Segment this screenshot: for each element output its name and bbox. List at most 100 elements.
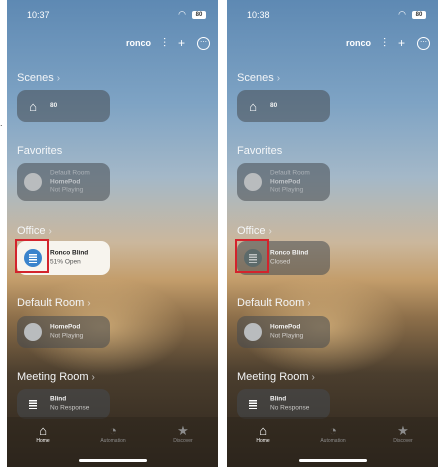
plus-icon[interactable]: +: [398, 37, 405, 49]
clock-icon: ◔: [329, 423, 337, 438]
section-default-room[interactable]: Default Room ›: [17, 297, 91, 309]
chevron-right-icon: ›: [48, 226, 52, 237]
scene-label: 80: [50, 101, 58, 109]
tab-label: Automation: [320, 438, 346, 444]
scene-tile[interactable]: ⌂ 80: [17, 90, 110, 122]
highlight-box: [235, 239, 269, 273]
tab-label: Discover: [393, 438, 413, 444]
section-label: Scenes: [17, 72, 54, 84]
tile-status: Not Playing: [270, 186, 304, 194]
section-scenes[interactable]: Scenes ›: [237, 72, 280, 84]
tile-room: Default Room: [50, 169, 90, 177]
battery-icon: 80: [192, 11, 206, 19]
section-meeting-room[interactable]: Meeting Room ›: [17, 371, 95, 383]
tile-status: Closed: [270, 258, 291, 265]
star-icon: ★: [177, 423, 189, 438]
tab-label: Discover: [173, 438, 193, 444]
favorite-homepod-tile[interactable]: Default Room HomePod Not Playing: [237, 163, 330, 201]
tile-name: Ronco Blind: [270, 249, 309, 257]
siri-waveform-icon[interactable]: ⫶: [163, 37, 166, 49]
tile-status: Not Playing: [50, 186, 84, 194]
wifi-icon: ◠: [178, 9, 186, 19]
house-icon: ⌂: [249, 98, 257, 114]
home-indicator: [78, 459, 147, 462]
clock: 10:37: [27, 10, 50, 20]
section-scenes[interactable]: Scenes ›: [17, 72, 60, 84]
section-label: Office: [237, 225, 266, 237]
section-label: Scenes: [237, 72, 274, 84]
tab-discover[interactable]: ★ Discover: [373, 423, 433, 444]
section-office[interactable]: Office ›: [237, 225, 272, 237]
house-icon: ⌂: [29, 98, 37, 114]
scene-tile[interactable]: ⌂ 80: [237, 90, 330, 122]
tile-name: HomePod: [270, 323, 301, 331]
tab-automation[interactable]: ◔ Automation: [303, 423, 363, 444]
tile-name: HomePod: [50, 323, 81, 331]
home-name[interactable]: ronco: [126, 38, 151, 48]
house-icon: ⌂: [39, 423, 47, 438]
tile-status: 51% Open: [50, 258, 81, 265]
chevron-right-icon: ›: [311, 372, 315, 383]
tab-label: Automation: [100, 438, 126, 444]
home-indicator: [298, 459, 367, 462]
section-label: Default Room: [17, 297, 85, 309]
side-mark: .: [0, 118, 3, 128]
section-label: Meeting Room: [237, 371, 309, 383]
tile-status: Not Playing: [270, 332, 304, 339]
home-name[interactable]: ronco: [346, 38, 371, 48]
tile-status: No Response: [270, 404, 310, 411]
tab-home[interactable]: ⌂ Home: [233, 423, 293, 444]
chevron-right-icon: ›: [307, 298, 311, 309]
section-label: Office: [17, 225, 46, 237]
section-favorites: Favorites: [237, 145, 282, 157]
tile-name: Blind: [270, 395, 287, 403]
clock-icon: ◔: [109, 423, 117, 438]
section-label: Default Room: [237, 297, 305, 309]
section-label: Favorites: [17, 145, 63, 157]
blind-icon: [244, 395, 262, 413]
tile-status: Not Playing: [50, 332, 84, 339]
top-bar: ronco ⫶ + ⋯: [126, 34, 210, 52]
blind-tile[interactable]: Blind No Response: [237, 389, 330, 419]
house-icon: ⌂: [259, 423, 267, 438]
tile-name: Blind: [50, 395, 67, 403]
battery-icon: 80: [412, 11, 426, 19]
section-label: Favorites: [237, 145, 283, 157]
homepod-icon: [244, 323, 262, 341]
tab-home[interactable]: ⌂ Home: [13, 423, 73, 444]
section-office[interactable]: Office ›: [17, 225, 52, 237]
homepod-tile[interactable]: HomePod Not Playing: [237, 316, 330, 348]
chevron-right-icon: ›: [268, 226, 272, 237]
scene-label: 80: [270, 101, 278, 109]
phone-left: 10:37 ◠ 80 ronco ⫶ + ⋯ Scenes › ⌂ 80 Favo…: [7, 0, 218, 467]
chevron-right-icon: ›: [276, 73, 281, 84]
wifi-icon: ◠: [398, 9, 406, 19]
phone-right: 10:38 ◠ 80 ronco ⫶ + ⋯ Scenes › ⌂ 80 Favo…: [227, 0, 438, 467]
tab-bar: ⌂ Home ◔ Automation ★ Discover: [7, 417, 218, 467]
star-icon: ★: [397, 423, 409, 438]
status-bar: 10:37 ◠ 80: [27, 9, 206, 24]
tab-discover[interactable]: ★ Discover: [153, 423, 213, 444]
section-default-room[interactable]: Default Room ›: [237, 297, 311, 309]
blind-tile[interactable]: Blind No Response: [17, 389, 110, 419]
section-meeting-room[interactable]: Meeting Room ›: [237, 371, 315, 383]
homepod-tile[interactable]: HomePod Not Playing: [17, 316, 110, 348]
tile-name: Ronco Blind: [50, 249, 89, 257]
highlight-box: [15, 239, 49, 273]
more-icon[interactable]: ⋯: [417, 36, 430, 50]
top-bar: ronco ⫶ + ⋯: [346, 34, 430, 52]
tab-label: Home: [36, 438, 50, 444]
tab-bar: ⌂ Home ◔ Automation ★ Discover: [227, 417, 438, 467]
clock: 10:38: [247, 10, 270, 20]
tab-automation[interactable]: ◔ Automation: [83, 423, 143, 444]
homepod-icon: [24, 323, 42, 341]
plus-icon[interactable]: +: [178, 37, 185, 49]
chevron-right-icon: ›: [56, 73, 61, 84]
status-bar: 10:38 ◠ 80: [247, 9, 426, 24]
siri-waveform-icon[interactable]: ⫶: [383, 37, 386, 49]
more-icon[interactable]: ⋯: [197, 36, 210, 50]
section-favorites: Favorites: [17, 145, 62, 157]
favorite-homepod-tile[interactable]: Default Room HomePod Not Playing: [17, 163, 110, 201]
chevron-right-icon: ›: [87, 298, 91, 309]
tab-label: Home: [256, 438, 270, 444]
